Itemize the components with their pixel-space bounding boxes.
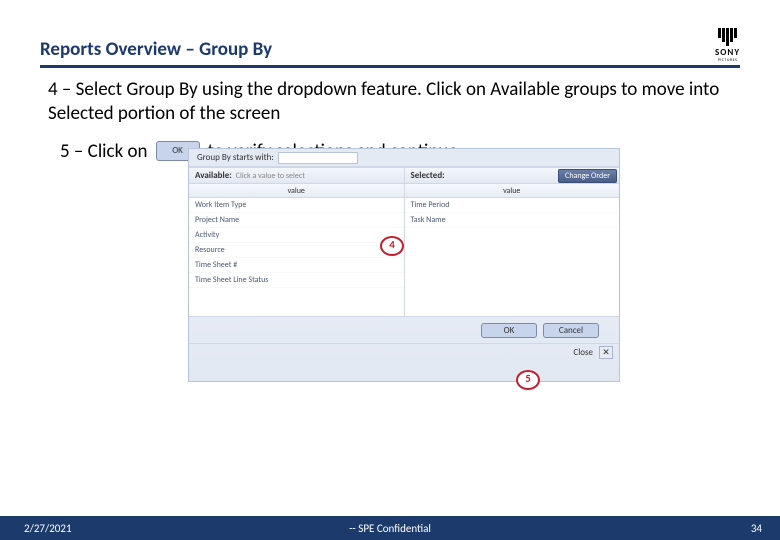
list-item[interactable]: Activity — [189, 228, 404, 243]
available-value-header: value — [189, 184, 404, 198]
step-4-text: 4 – Select Group By using the dropdown f… — [48, 78, 740, 126]
selected-value-header: value — [405, 184, 620, 198]
list-item[interactable]: Work Item Type — [189, 198, 404, 213]
dialog-button-row: OK Cancel — [189, 317, 619, 343]
selected-label: Selected: — [411, 170, 445, 181]
starts-with-label: Group By starts with: — [197, 152, 274, 163]
list-item[interactable]: Project Name — [189, 213, 404, 228]
callout-5: 5 — [516, 370, 540, 390]
selected-header: Selected: Change Order — [405, 168, 620, 184]
footer-confidential: -- SPE Confidential — [349, 522, 431, 535]
list-item[interactable]: Time Sheet # — [189, 258, 404, 273]
sony-logo: SONY PICTURES — [715, 28, 740, 63]
close-label: Close — [573, 347, 593, 358]
cancel-button[interactable]: Cancel — [543, 323, 599, 338]
list-item[interactable]: Time Sheet Line Status — [189, 273, 404, 288]
slide-footer: 2/27/2021 -- SPE Confidential 34 — [0, 516, 780, 540]
available-label: Available: — [195, 170, 232, 181]
starts-with-input[interactable] — [278, 152, 358, 164]
close-icon[interactable]: ✕ — [599, 346, 613, 359]
available-header: Available: Click a value to select — [189, 168, 404, 184]
list-item[interactable]: Task Name — [405, 213, 620, 228]
available-hint: Click a value to select — [236, 171, 305, 181]
logo-text: SONY — [715, 47, 740, 58]
groupby-dialog: Group By starts with: Available: Click a… — [188, 148, 620, 382]
list-item[interactable]: Time Period — [405, 198, 620, 213]
dialog-footer: Close ✕ — [189, 343, 619, 361]
footer-page-number: 34 — [751, 522, 762, 535]
logo-bars-icon — [718, 28, 737, 46]
ok-button[interactable]: OK — [481, 323, 537, 338]
footer-date: 2/27/2021 — [24, 522, 72, 535]
step-5-text-a: 5 – Click on — [60, 140, 148, 163]
selected-list: Time Period Task Name — [405, 198, 620, 316]
available-column: Available: Click a value to select value… — [189, 168, 405, 316]
change-order-button[interactable]: Change Order — [558, 169, 617, 183]
logo-subtext: PICTURES — [718, 58, 738, 63]
selected-column: Selected: Change Order value Time Period… — [405, 168, 620, 316]
starts-with-row: Group By starts with: — [189, 149, 619, 167]
list-item[interactable]: Resource — [189, 243, 404, 258]
callout-4: 4 — [380, 236, 404, 256]
slide-header: Reports Overview – Group By SONY PICTURE… — [40, 28, 740, 68]
slide-title: Reports Overview – Group By — [40, 38, 272, 61]
available-list: Work Item Type Project Name Activity Res… — [189, 198, 404, 316]
